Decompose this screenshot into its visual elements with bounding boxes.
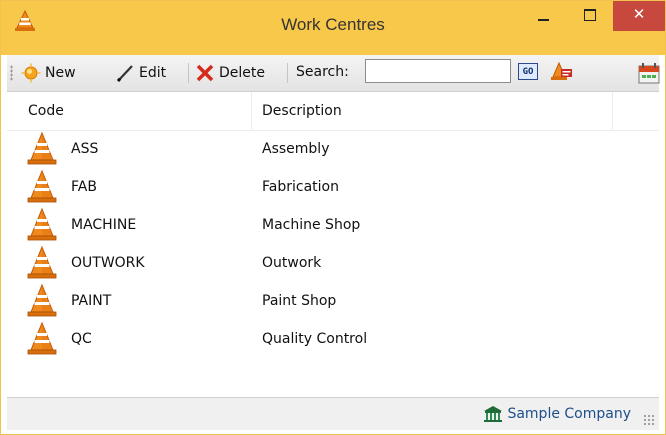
table-row[interactable]: FAB Fabrication	[7, 168, 659, 206]
toolbar-separator	[188, 63, 189, 83]
maximize-icon	[584, 9, 596, 21]
new-button[interactable]: New	[21, 61, 76, 85]
column-divider[interactable]	[251, 92, 252, 130]
work-centre-code: FAB	[71, 179, 97, 195]
minimize-button[interactable]	[521, 1, 567, 31]
pencil-icon	[116, 65, 133, 83]
work-centre-description: Assembly	[262, 141, 330, 157]
table-row[interactable]: OUTWORK Outwork	[7, 244, 659, 282]
company-link[interactable]: Sample Company	[483, 405, 631, 423]
title-bar[interactable]: Work Centres ✕	[1, 1, 665, 55]
traffic-cone-icon	[25, 207, 59, 247]
traffic-cone-icon	[25, 245, 59, 285]
work-centre-description: Quality Control	[262, 331, 368, 347]
new-label: New	[45, 65, 76, 81]
work-centre-description: Fabrication	[262, 179, 339, 195]
close-icon: ✕	[632, 5, 646, 23]
work-centre-description: Machine Shop	[262, 217, 361, 233]
toolbar-grip[interactable]	[10, 65, 13, 81]
toolbar-separator	[287, 63, 288, 83]
traffic-cone-icon	[25, 131, 59, 171]
work-centres-window: Work Centres ✕ New Edit Delete Search: G…	[0, 0, 666, 435]
calendar-icon[interactable]	[638, 61, 660, 89]
column-header-code[interactable]: Code	[28, 103, 64, 119]
traffic-cone-card-icon[interactable]	[549, 61, 573, 89]
work-centre-code: ASS	[71, 141, 99, 157]
edit-label: Edit	[139, 65, 167, 81]
traffic-cone-icon	[25, 283, 59, 323]
company-name: Sample Company	[507, 406, 631, 422]
sun-icon	[21, 63, 41, 83]
table-row[interactable]: PAINT Paint Shop	[7, 282, 659, 320]
edit-button[interactable]: Edit	[115, 61, 166, 85]
grid-header: Code Description	[7, 92, 659, 131]
minimize-icon	[538, 19, 549, 21]
table-row[interactable]: MACHINE Machine Shop	[7, 206, 659, 244]
column-header-description[interactable]: Description	[262, 103, 342, 119]
delete-button[interactable]: Delete	[195, 61, 265, 85]
traffic-cone-icon	[25, 321, 59, 361]
work-centre-description: Outwork	[262, 255, 322, 271]
work-centre-code: OUTWORK	[71, 255, 145, 271]
go-button[interactable]: GO	[518, 63, 538, 80]
work-centre-code: MACHINE	[71, 217, 137, 233]
table-row[interactable]: ASS Assembly	[7, 130, 659, 168]
search-input[interactable]	[365, 59, 511, 83]
maximize-button[interactable]	[567, 1, 613, 31]
delete-label: Delete	[219, 65, 265, 81]
work-centre-code: PAINT	[71, 293, 112, 309]
close-button[interactable]: ✕	[613, 1, 665, 31]
status-bar: Sample Company	[7, 397, 659, 430]
traffic-cone-icon	[25, 169, 59, 209]
resize-grip[interactable]	[643, 414, 655, 426]
work-centre-description: Paint Shop	[262, 293, 337, 309]
work-centre-code: QC	[71, 331, 92, 347]
bank-building-icon	[484, 406, 503, 422]
work-centres-grid: Code Description ASS Assembly FAB Fabricati…	[7, 92, 659, 396]
column-divider[interactable]	[612, 92, 613, 130]
toolbar: New Edit Delete Search: GO	[7, 55, 660, 92]
search-label: Search:	[296, 64, 349, 80]
table-row[interactable]: QC Quality Control	[7, 320, 659, 358]
red-x-icon	[196, 64, 214, 82]
